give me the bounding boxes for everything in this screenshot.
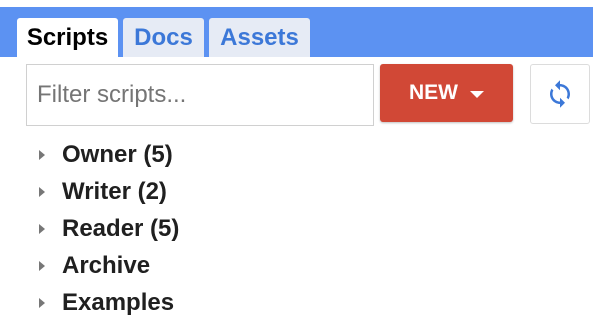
scripts-panel: Scripts Docs Assets NEW Owner (5) Writer… (0, 0, 593, 316)
new-button[interactable]: NEW (380, 64, 513, 122)
expand-arrow-icon[interactable] (39, 186, 45, 197)
tab-docs[interactable]: Docs (123, 18, 204, 57)
tab-scripts[interactable]: Scripts (17, 18, 118, 58)
expand-arrow-icon[interactable] (39, 149, 45, 160)
tab-bar: Scripts Docs Assets (0, 7, 593, 58)
expand-arrow-icon[interactable] (39, 223, 45, 234)
tree-item-examples[interactable]: Examples (36, 284, 179, 316)
filter-scripts-input[interactable] (26, 64, 374, 126)
tree-item-owner[interactable]: Owner (5) (36, 136, 179, 173)
tree-item-label: Reader (5) (62, 214, 180, 242)
tree-item-archive[interactable]: Archive (36, 247, 179, 284)
expand-arrow-icon[interactable] (39, 297, 45, 308)
script-folder-tree: Owner (5) Writer (2) Reader (5) Archive … (36, 136, 179, 316)
tree-item-label: Writer (2) (62, 177, 167, 205)
new-button-label: NEW (409, 81, 458, 104)
tab-assets[interactable]: Assets (209, 18, 310, 57)
tree-item-label: Examples (62, 288, 175, 316)
expand-arrow-icon[interactable] (39, 260, 45, 271)
tree-item-writer[interactable]: Writer (2) (36, 173, 179, 210)
refresh-button[interactable] (530, 64, 590, 124)
tree-item-label: Archive (62, 251, 151, 279)
caret-down-icon (470, 90, 484, 98)
tree-item-reader[interactable]: Reader (5) (36, 210, 179, 247)
tree-item-label: Owner (5) (62, 140, 173, 168)
refresh-icon (550, 80, 570, 108)
